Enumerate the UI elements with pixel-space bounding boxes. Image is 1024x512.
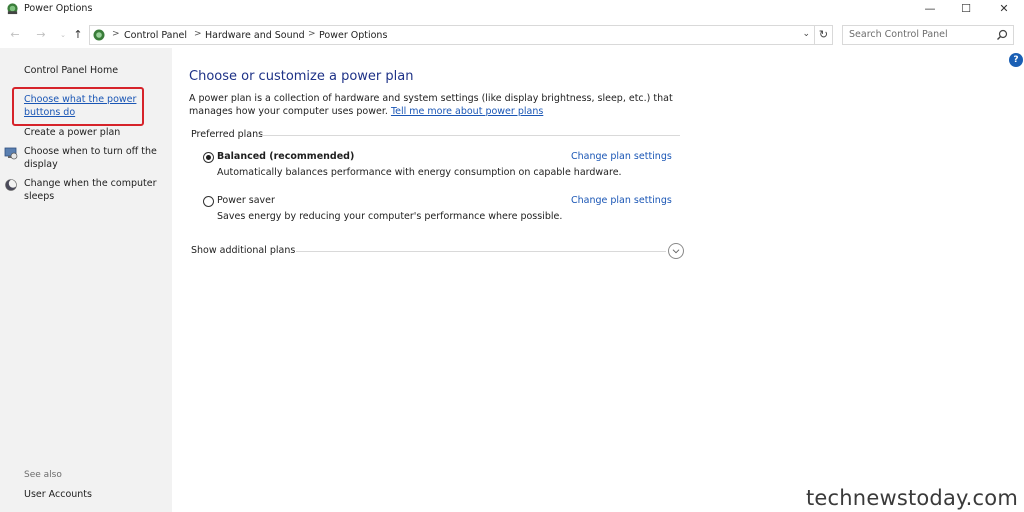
search-input[interactable] <box>849 29 989 40</box>
main-content: Choose or customize a power plan A power… <box>172 48 1024 512</box>
search-icon[interactable] <box>996 29 1008 41</box>
sidebar-item-turn-off-display[interactable]: Choose when to turn off the display <box>24 146 164 171</box>
divider <box>260 135 680 136</box>
plan-balanced-description: Automatically balances performance with … <box>217 167 622 178</box>
address-dropdown-icon[interactable]: ⌄ <box>802 29 810 39</box>
window-title: Power Options <box>24 3 93 14</box>
sidebar-item-computer-sleeps[interactable]: Change when the computer sleeps <box>24 178 164 203</box>
up-arrow-icon[interactable]: ↑ <box>71 28 85 42</box>
breadcrumb-separator: > <box>112 29 120 39</box>
maximize-button[interactable]: ☐ <box>948 0 984 16</box>
control-panel-home-link[interactable]: Control Panel Home <box>24 65 118 76</box>
search-box[interactable] <box>842 25 1014 45</box>
see-also-heading: See also <box>24 470 62 480</box>
breadcrumb-hardware-and-sound[interactable]: Hardware and Sound <box>205 30 305 41</box>
plan-balanced-name[interactable]: Balanced (recommended) <box>217 151 354 162</box>
breadcrumb-separator: > <box>308 29 316 39</box>
user-accounts-link[interactable]: User Accounts <box>24 489 92 500</box>
forward-arrow-icon[interactable]: → <box>34 28 48 42</box>
learn-more-link[interactable]: Tell me more about power plans <box>391 106 543 117</box>
plan-power-saver-description: Saves energy by reducing your computer's… <box>217 211 563 222</box>
expand-chevron-icon[interactable] <box>668 243 684 259</box>
preferred-plans-label: Preferred plans <box>191 129 264 140</box>
address-bar-row: ← → ⌄ ↑ > Control Panel > Hardware and S… <box>0 24 1024 48</box>
breadcrumb-control-panel[interactable]: Control Panel <box>124 30 187 41</box>
left-pane: Control Panel Home Choose what the power… <box>0 48 172 512</box>
sidebar-item-create-power-plan[interactable]: Create a power plan <box>24 127 164 140</box>
address-box[interactable]: > Control Panel > Hardware and Sound > P… <box>89 25 815 45</box>
plan-balanced-radio[interactable] <box>203 152 214 163</box>
plan-power-saver-name[interactable]: Power saver <box>217 195 275 206</box>
refresh-icon[interactable]: ↻ <box>815 25 833 45</box>
plan-power-saver-settings-link[interactable]: Change plan settings <box>571 195 672 206</box>
page-description: A power plan is a collection of hardware… <box>189 92 699 118</box>
plan-power-saver-radio[interactable] <box>203 196 214 207</box>
close-button[interactable]: ✕ <box>986 0 1022 16</box>
moon-icon <box>5 179 18 191</box>
breadcrumb-power-options[interactable]: Power Options <box>319 30 387 41</box>
monitor-icon <box>4 147 18 160</box>
title-bar: Power Options — ☐ ✕ <box>0 0 1024 18</box>
show-additional-plans-label: Show additional plans <box>191 245 296 256</box>
recent-locations-chevron-icon[interactable]: ⌄ <box>56 28 70 42</box>
power-options-icon <box>7 3 18 15</box>
page-title: Choose or customize a power plan <box>189 69 414 84</box>
plan-balanced-settings-link[interactable]: Change plan settings <box>571 151 672 162</box>
divider <box>296 251 666 252</box>
sidebar-item-power-buttons[interactable]: Choose what the power buttons do <box>24 94 164 119</box>
breadcrumb-separator: > <box>194 29 202 39</box>
back-arrow-icon[interactable]: ← <box>8 28 22 42</box>
watermark-text: technewstoday.com <box>806 486 1018 510</box>
control-panel-icon <box>93 29 105 41</box>
minimize-button[interactable]: — <box>912 0 948 16</box>
